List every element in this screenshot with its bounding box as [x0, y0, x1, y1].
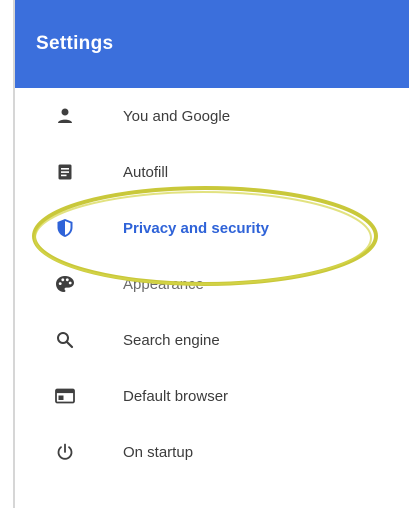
nav-item-label: You and Google [123, 107, 231, 125]
nav-item-label: Autofill [123, 163, 169, 181]
person-icon [55, 106, 75, 126]
settings-header: Settings [15, 0, 409, 88]
nav-item-you-and-google[interactable]: You and Google [15, 88, 409, 144]
nav-item-label: Search engine [123, 331, 220, 349]
browser-window-icon [55, 386, 75, 406]
power-icon [55, 442, 75, 462]
settings-nav: You and Google Autofill Privacy and secu… [15, 88, 409, 480]
nav-item-label: Privacy and security [123, 219, 269, 237]
nav-item-default-browser[interactable]: Default browser [15, 368, 409, 424]
search-icon [55, 330, 75, 350]
nav-item-label: Default browser [123, 387, 229, 405]
clipboard-icon [55, 162, 75, 182]
nav-item-privacy-and-security[interactable]: Privacy and security [15, 200, 409, 256]
nav-item-label: On startup [123, 443, 194, 461]
nav-item-autofill[interactable]: Autofill [15, 144, 409, 200]
page-title: Settings [36, 33, 114, 54]
nav-item-label: Appearance [123, 275, 204, 293]
shield-icon [55, 218, 75, 238]
nav-item-search-engine[interactable]: Search engine [15, 312, 409, 368]
nav-item-on-startup[interactable]: On startup [15, 424, 409, 480]
palette-icon [55, 274, 75, 294]
nav-item-appearance[interactable]: Appearance [15, 256, 409, 312]
